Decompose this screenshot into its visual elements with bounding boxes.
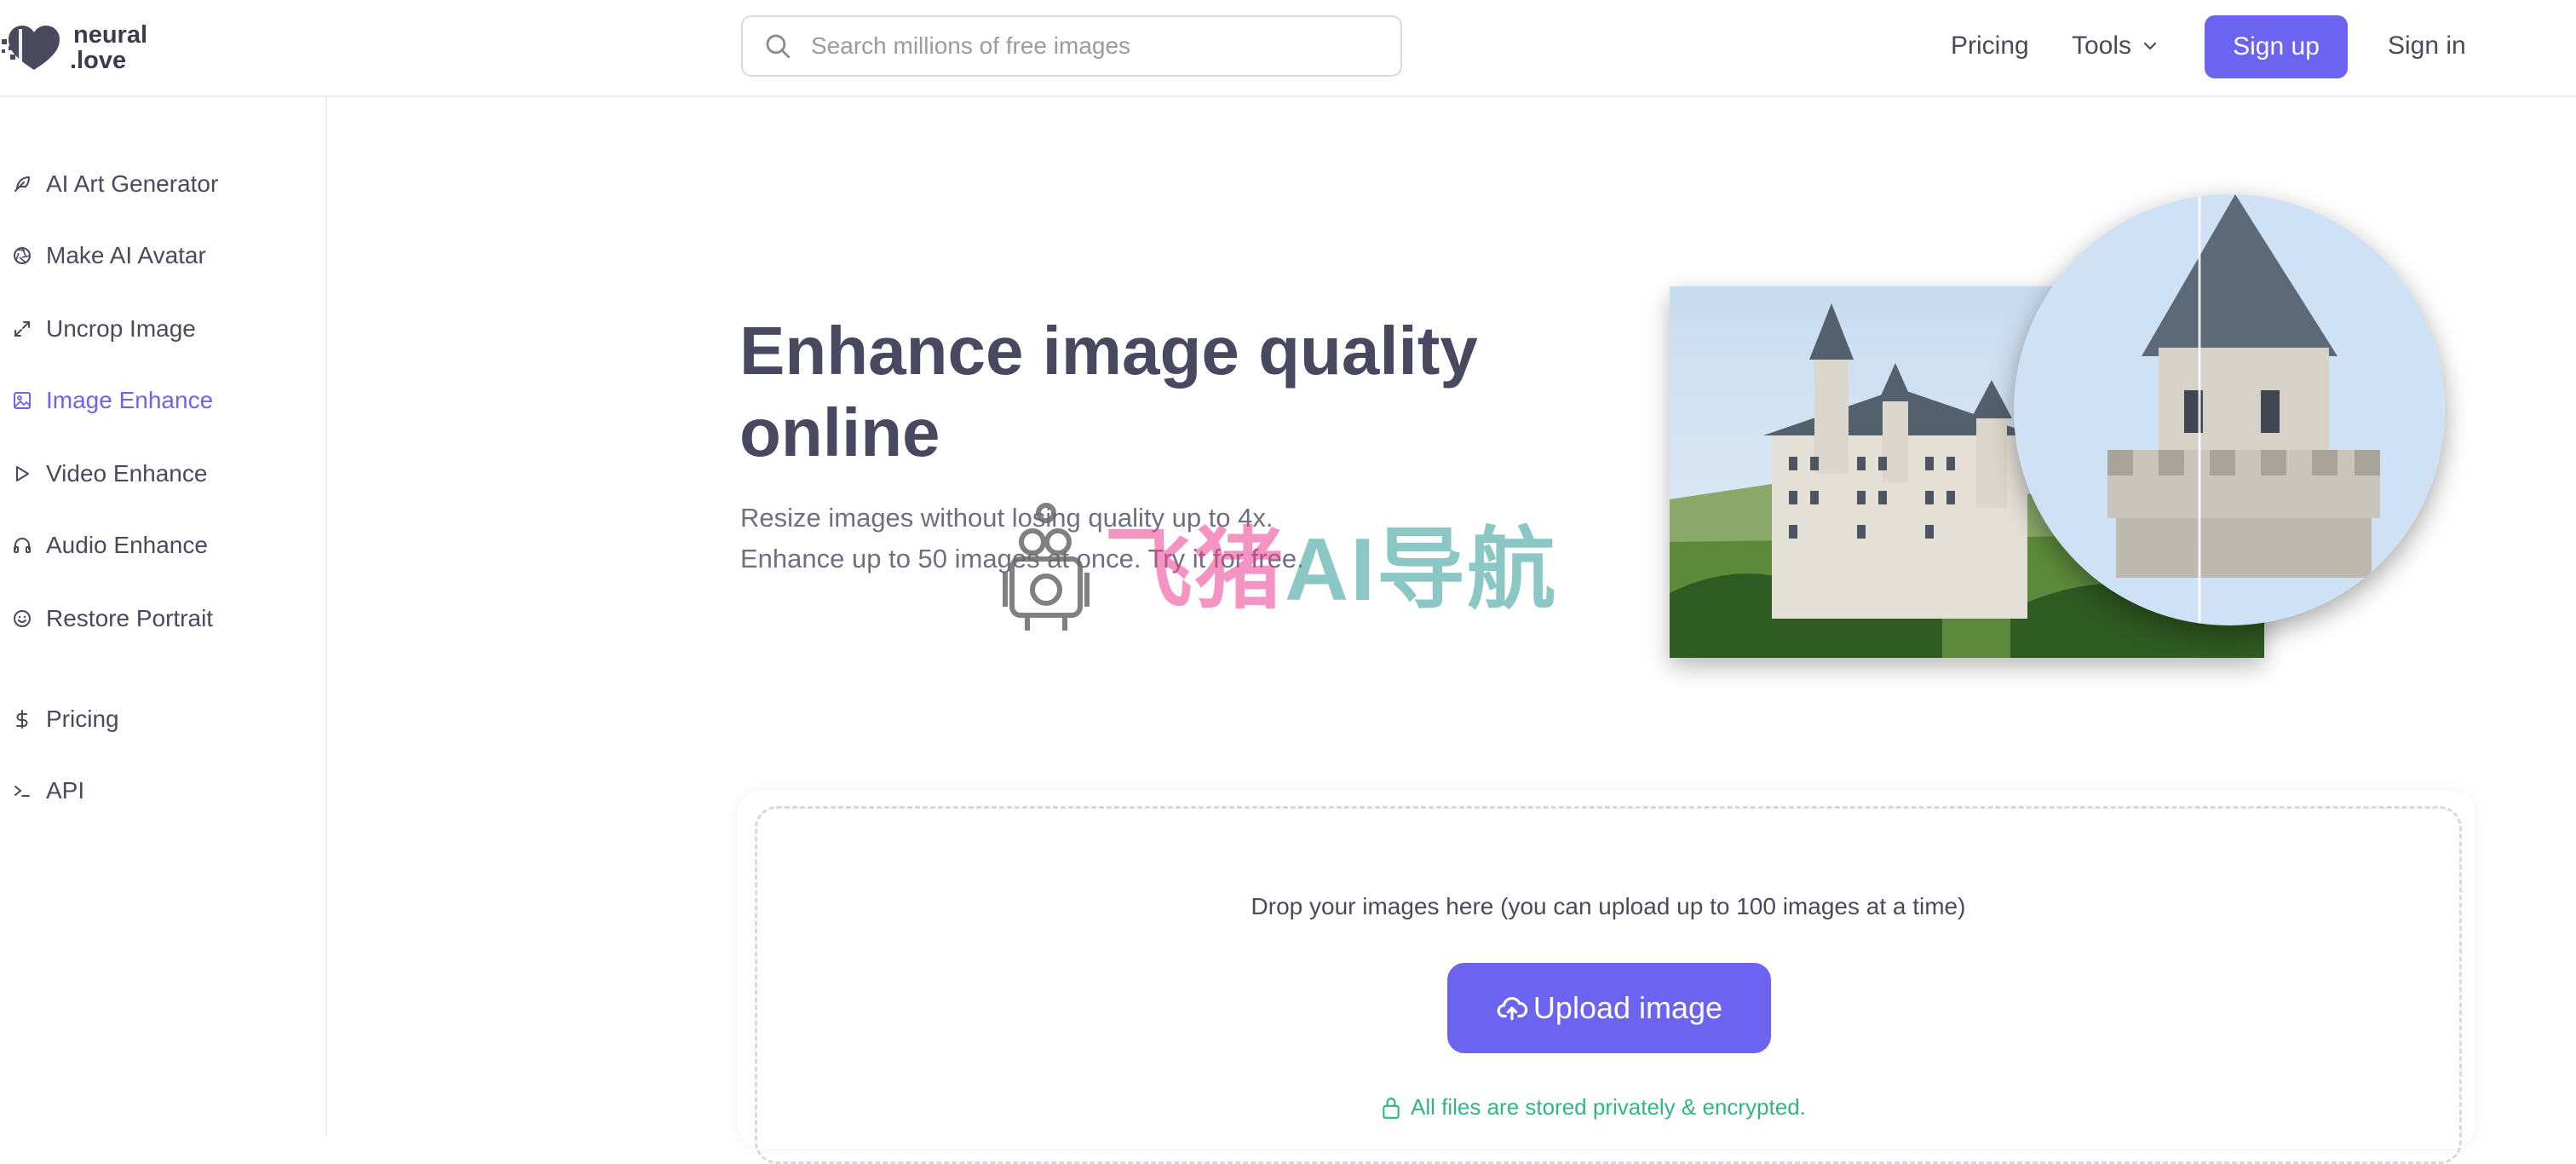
expand-icon xyxy=(14,321,30,337)
sidebar-item-label: Video Enhance xyxy=(46,460,208,487)
privacy-note: All files are stored privately & encrypt… xyxy=(1380,1094,1806,1121)
search-icon xyxy=(766,34,791,59)
logo-text: neural .love xyxy=(70,21,148,74)
sidebar-item-restore-portrait[interactable]: Restore Portrait xyxy=(12,600,213,637)
sign-in-link[interactable]: Sign in xyxy=(2388,31,2466,61)
aperture-icon xyxy=(14,247,31,264)
castle-illustration xyxy=(1666,194,2450,671)
sidebar: AI Art Generator Make AI Avatar Uncrop I… xyxy=(0,97,327,1137)
sidebar-item-label: AI Art Generator xyxy=(46,170,219,197)
sidebar-item-uncrop-image[interactable]: Uncrop Image xyxy=(12,310,196,348)
sidebar-item-api[interactable]: API xyxy=(12,772,84,810)
play-icon xyxy=(16,466,29,481)
hero-subtitle-line2: Enhance up to 50 images at once. Try it … xyxy=(740,544,1304,573)
sidebar-item-video-enhance[interactable]: Video Enhance xyxy=(12,455,207,493)
hero-subtitle: Resize images without losing quality up … xyxy=(740,498,1304,579)
heart-logo-icon xyxy=(2,26,60,70)
cloud-upload-icon xyxy=(1497,997,1528,1021)
hero-subtitle-line1: Resize images without losing quality up … xyxy=(740,503,1274,533)
smile-icon xyxy=(14,610,31,627)
upload-image-button[interactable]: Upload image xyxy=(1447,963,1771,1053)
search-box[interactable] xyxy=(741,15,1402,77)
upload-button-label: Upload image xyxy=(1532,990,1723,1025)
top-header: neural .love Pricing Tools Sign up Sign … xyxy=(0,0,2576,97)
nav-pricing-link[interactable]: Pricing xyxy=(1951,31,2029,61)
sign-up-button[interactable]: Sign up xyxy=(2205,15,2348,78)
sidebar-item-label: Audio Enhance xyxy=(46,532,208,558)
cut-off-note xyxy=(1487,1127,1743,1137)
sidebar-item-label: Restore Portrait xyxy=(46,605,214,631)
castle-zoom-circle xyxy=(2014,194,2445,625)
nav-tools-dropdown[interactable]: Tools xyxy=(2072,31,2160,61)
sidebar-item-ai-art-generator[interactable]: AI Art Generator xyxy=(12,165,218,203)
logo-line1: neural xyxy=(73,21,148,49)
search-input[interactable] xyxy=(809,32,1358,61)
sidebar-item-audio-enhance[interactable]: Audio Enhance xyxy=(12,527,208,564)
dollar-icon xyxy=(16,710,28,729)
sidebar-item-image-enhance[interactable]: Image Enhance xyxy=(12,382,213,419)
watermark-text-teal: AI导航 xyxy=(1285,521,1558,619)
chevron-down-icon xyxy=(2143,42,2157,50)
nav-tools-label: Tools xyxy=(2072,32,2132,60)
sidebar-item-label: Uncrop Image xyxy=(46,315,196,342)
sidebar-item-make-ai-avatar[interactable]: Make AI Avatar xyxy=(12,237,206,274)
privacy-note-text: All files are stored privately & encrypt… xyxy=(1411,1094,1806,1120)
image-icon xyxy=(14,392,31,409)
terminal-icon xyxy=(14,786,30,797)
sidebar-item-label: API xyxy=(46,777,85,804)
neural-love-logo[interactable]: neural .love xyxy=(0,17,147,78)
page-title: Enhance image quality online xyxy=(739,313,1478,470)
sidebar-item-label: Make AI Avatar xyxy=(46,242,206,268)
sidebar-item-label: Image Enhance xyxy=(46,387,214,413)
logo-line2: .love xyxy=(70,47,127,74)
headphones-icon xyxy=(14,538,31,553)
feather-icon xyxy=(14,176,30,192)
lock-icon xyxy=(1383,1097,1400,1119)
sidebar-item-pricing[interactable]: Pricing xyxy=(12,700,119,738)
sidebar-item-label: Pricing xyxy=(46,706,119,732)
